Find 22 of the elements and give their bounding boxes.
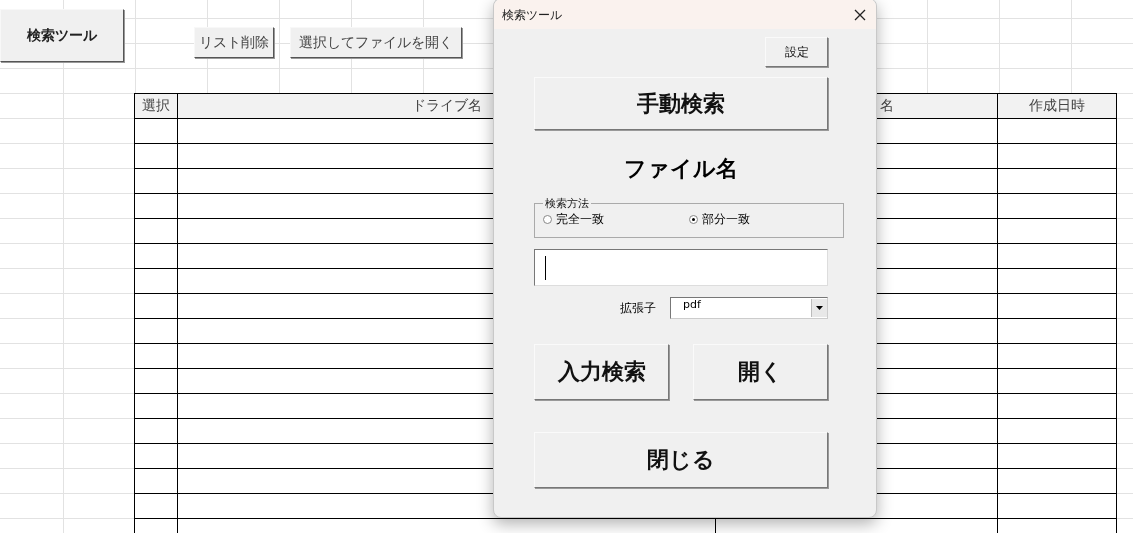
close-icon[interactable] — [854, 9, 866, 21]
window-title: 検索ツール — [502, 6, 562, 24]
radio-button[interactable] — [543, 215, 552, 224]
sheet-button[interactable]: リスト削除 — [194, 27, 274, 58]
manual-search-button[interactable]: 手動検索 — [534, 77, 828, 130]
sheet-button[interactable]: 選択してファイルを開く — [290, 27, 462, 58]
column-header: 選択 — [135, 94, 178, 119]
input-field[interactable] — [534, 249, 828, 286]
radio-label: 部分一致 — [702, 211, 750, 228]
settings-button[interactable]: 設定 — [765, 37, 828, 67]
sheet-button[interactable]: 検索ツール — [0, 9, 124, 62]
radio-label: 完全一致 — [556, 211, 604, 228]
dialog-button[interactable]: 開く — [693, 344, 828, 400]
dropdown-arrow-icon — [816, 306, 823, 310]
section-heading: ファイル名 — [623, 155, 739, 183]
radio-button[interactable] — [689, 215, 698, 224]
extension-dropdown[interactable]: pdf — [670, 297, 828, 319]
close-button[interactable]: 閉じる — [534, 432, 828, 488]
group-legend: 検索方法 — [543, 196, 591, 211]
dialog-button[interactable]: 入力検索 — [534, 344, 669, 400]
column-header: 作成日時 — [998, 94, 1117, 119]
extension-label: 拡張子 — [620, 299, 656, 317]
